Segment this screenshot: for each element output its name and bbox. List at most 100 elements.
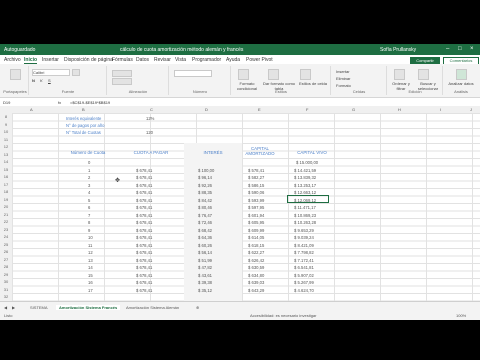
insert-cells-button[interactable]: Insertar <box>336 69 350 74</box>
conditional-format-icon[interactable] <box>238 69 249 80</box>
bold-icon[interactable]: N <box>32 78 35 83</box>
sort-filter-icon[interactable] <box>394 69 405 80</box>
row-header[interactable]: 18 <box>0 189 12 194</box>
cell-area[interactable]: Interés equivalente N° de pagos por año … <box>12 113 480 301</box>
cell-interes[interactable]: $ 96,14 <box>198 175 212 180</box>
cell-interes[interactable]: $ 35,12 <box>198 288 212 293</box>
cell-cuota[interactable]: $ 678,41 <box>136 205 152 210</box>
row-header[interactable]: 19 <box>0 197 12 202</box>
cell-interes[interactable]: $ 72,46 <box>198 220 212 225</box>
cell-interes[interactable]: $ 88,35 <box>198 190 212 195</box>
cell-numero[interactable]: 11 <box>88 243 92 248</box>
user-name[interactable]: Sofía Prullansky <box>380 47 416 53</box>
nav-right-icon[interactable]: ▶ <box>12 305 15 310</box>
indent-icon[interactable] <box>112 78 132 85</box>
cell-interes[interactable]: $ 39,38 <box>198 280 212 285</box>
tab-insertar[interactable]: Insertar <box>42 57 59 63</box>
cell-numero[interactable]: 3 <box>88 183 90 188</box>
row-header[interactable]: 27 <box>0 257 12 262</box>
column-header[interactable]: B <box>82 107 85 112</box>
cell-numero[interactable]: 14 <box>88 265 93 270</box>
cell-interes[interactable]: $ 76,47 <box>198 213 212 218</box>
cell-interes[interactable]: $ 84,42 <box>198 198 212 203</box>
column-header[interactable]: A <box>30 107 33 112</box>
cell-amortizado[interactable]: $ 634,80 <box>248 273 264 278</box>
name-box[interactable]: D19 <box>3 100 10 105</box>
format-table-icon[interactable] <box>268 69 279 80</box>
cell-interes[interactable]: $ 64,36 <box>198 235 212 240</box>
cell-cuota[interactable]: $ 678,41 <box>136 190 152 195</box>
cell-amortizado[interactable]: $ 586,15 <box>248 183 264 188</box>
column-header[interactable]: G <box>352 107 355 112</box>
column-header[interactable]: J <box>470 107 472 112</box>
column-header[interactable]: I <box>440 107 441 112</box>
analyze-data-icon[interactable] <box>456 69 467 80</box>
tab-revisar[interactable]: Revisar <box>154 57 171 63</box>
cell-numero[interactable]: 16 <box>88 280 93 285</box>
cell-cuota[interactable]: $ 678,41 <box>136 243 152 248</box>
cell-cuota[interactable]: $ 678,41 <box>136 250 152 255</box>
minimize-icon[interactable]: – <box>446 46 449 52</box>
cell-numero[interactable]: 6 <box>88 205 90 210</box>
cell-styles-icon[interactable] <box>300 69 311 80</box>
row-header[interactable]: 17 <box>0 182 12 187</box>
cell-capital-vivo[interactable]: $ 5.907,02 <box>294 273 314 278</box>
row-header[interactable]: 25 <box>0 242 12 247</box>
row-header[interactable]: 26 <box>0 249 12 254</box>
share-button[interactable]: Compartir <box>410 57 440 64</box>
cell-cuota[interactable]: $ 678,41 <box>136 265 152 270</box>
tab-archivo[interactable]: Archivo <box>4 57 21 63</box>
cell-amortizado[interactable]: $ 622,27 <box>248 250 264 255</box>
cell-capital-vivo[interactable]: $ 8.421,09 <box>294 243 314 248</box>
tab-vista[interactable]: Vista <box>175 57 186 63</box>
autosave-label[interactable]: Autoguardado <box>4 47 35 53</box>
accessibility-status[interactable]: Accesibilidad: es necesario investigar <box>250 313 316 318</box>
sheet-tab-frances[interactable]: Amortización Sistema Francés <box>56 305 121 310</box>
cell-capital-vivo[interactable]: $ 9.653,29 <box>294 228 314 233</box>
row-header[interactable]: 13 <box>0 152 12 157</box>
cell-amortizado[interactable]: $ 593,99 <box>248 198 264 203</box>
sheet-tab-aleman[interactable]: Amortización Sistema Alemán <box>126 305 179 310</box>
maximize-icon[interactable]: □ <box>458 46 462 52</box>
cell-capital-vivo[interactable]: $ 13.253,17 <box>294 183 316 188</box>
cell-numero[interactable]: 10 <box>88 235 93 240</box>
row-header[interactable]: 16 <box>0 174 12 179</box>
cell-cuota[interactable]: $ 678,41 <box>136 280 152 285</box>
spreadsheet-grid[interactable]: 8 9 10 11 12 13 14 15 16 17 18 19 20 21 22 23 24 25 26 27 28… <box>0 113 480 301</box>
tab-ayuda[interactable]: Ayuda <box>226 57 240 63</box>
cell-numero[interactable]: 17 <box>88 288 93 293</box>
cell-cuota[interactable]: $ 678,41 <box>136 235 152 240</box>
font-size-select[interactable] <box>72 69 80 76</box>
row-header[interactable]: 15 <box>0 167 12 172</box>
cell-amortizado[interactable]: $ 582,27 <box>248 175 264 180</box>
row-header[interactable]: 20 <box>0 204 12 209</box>
cell-numero[interactable]: 15 <box>88 273 93 278</box>
tab-programador[interactable]: Programador <box>192 57 221 63</box>
cell-cuota[interactable]: $ 678,41 <box>136 175 152 180</box>
cell-amortizado[interactable]: $ 626,42 <box>248 258 264 263</box>
cell-numero[interactable]: 8 <box>88 220 90 225</box>
row-header[interactable]: 32 <box>0 294 12 299</box>
cell-amortizado[interactable]: $ 590,06 <box>248 190 264 195</box>
cell-capital-vivo[interactable]: $ 14.421,59 <box>294 168 316 173</box>
cell-numero[interactable]: 9 <box>88 228 90 233</box>
row-header[interactable]: 14 <box>0 159 12 164</box>
tab-formulas[interactable]: Fórmulas <box>112 57 133 63</box>
row-header[interactable]: 10 <box>0 129 12 134</box>
capital-initial[interactable]: $ 15.000,00 <box>296 160 318 165</box>
italic-icon[interactable]: K <box>40 78 43 83</box>
cell-interes[interactable]: $ 92,26 <box>198 183 212 188</box>
active-cell[interactable] <box>287 195 329 203</box>
column-header[interactable]: H <box>398 107 401 112</box>
row-header[interactable]: 22 <box>0 219 12 224</box>
row-header[interactable]: 24 <box>0 234 12 239</box>
cell-capital-vivo[interactable]: $ 7.798,82 <box>294 250 314 255</box>
cell-cuota[interactable]: $ 678,41 <box>136 228 152 233</box>
cell-cuota[interactable]: $ 678,41 <box>136 258 152 263</box>
cell-numero[interactable]: 5 <box>88 198 90 203</box>
column-header[interactable]: E <box>258 107 261 112</box>
cell-interes[interactable]: $ 47,82 <box>198 265 212 270</box>
align-icon[interactable] <box>112 70 132 77</box>
row-header[interactable]: 31 <box>0 287 12 292</box>
cell-amortizado[interactable]: $ 639,03 <box>248 280 264 285</box>
